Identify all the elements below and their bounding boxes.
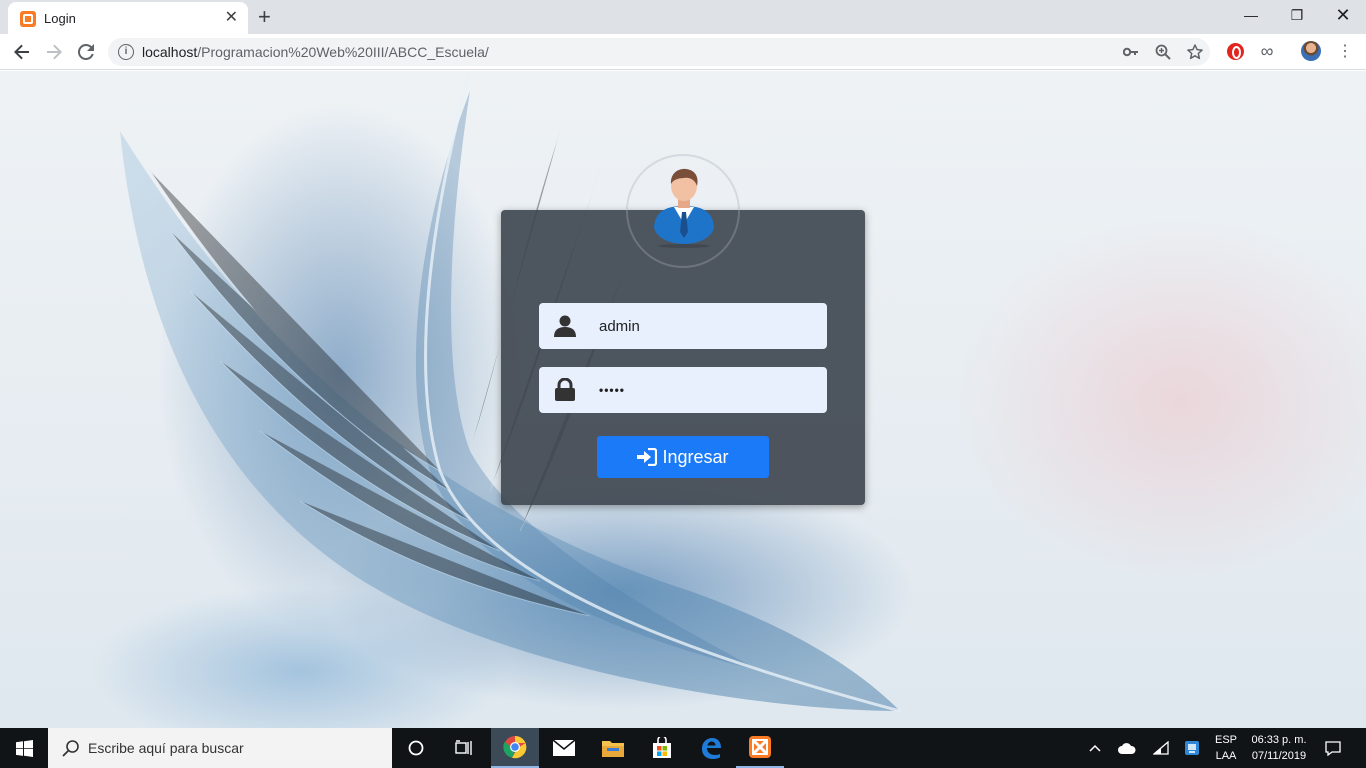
bookmark-star-icon[interactable] xyxy=(1186,43,1204,61)
system-clock[interactable]: 06:33 p. m. 07/11/2019 xyxy=(1244,732,1314,764)
profile-avatar[interactable] xyxy=(1300,40,1322,62)
zoom-icon[interactable] xyxy=(1154,43,1172,61)
xampp-icon[interactable] xyxy=(736,728,784,768)
minimize-button[interactable]: — xyxy=(1228,0,1274,30)
sign-in-icon xyxy=(637,448,658,466)
network-app-icon[interactable] xyxy=(1180,728,1204,768)
chevron-up-icon[interactable] xyxy=(1084,728,1106,768)
xampp-favicon-icon xyxy=(20,11,36,27)
onedrive-icon[interactable] xyxy=(1114,728,1140,768)
input-language[interactable]: ESP LAA xyxy=(1212,732,1240,764)
store-icon[interactable] xyxy=(638,728,686,768)
login-button[interactable]: Ingresar xyxy=(597,436,769,478)
infinity-extension-icon[interactable]: ∞ xyxy=(1256,40,1278,62)
user-icon xyxy=(554,315,576,337)
lock-icon xyxy=(555,378,575,401)
wifi-icon[interactable] xyxy=(1148,728,1174,768)
url-text[interactable]: localhost/Programacion%20Web%20III/ABCC_… xyxy=(142,44,489,60)
clock-date: 07/11/2019 xyxy=(1251,750,1307,762)
windows-start-icon[interactable] xyxy=(0,728,48,768)
info-icon[interactable]: i xyxy=(118,44,134,60)
taskbar-search-box[interactable]: Escribe aquí para buscar xyxy=(48,728,392,768)
tab-login[interactable]: Login ✕ xyxy=(8,2,248,34)
search-placeholder: Escribe aquí para buscar xyxy=(88,740,244,756)
tab-close-icon[interactable]: ✕ xyxy=(225,9,238,27)
mail-icon[interactable] xyxy=(540,728,588,768)
forward-arrow-icon[interactable] xyxy=(42,40,66,64)
username-input[interactable] xyxy=(599,303,819,349)
browser-toolbar: i localhost/Programacion%20Web%20III/ABC… xyxy=(0,34,1366,70)
cortana-icon[interactable] xyxy=(392,728,440,768)
edge-icon[interactable] xyxy=(687,728,735,768)
menu-dots-icon[interactable]: ⋮ xyxy=(1334,40,1356,62)
password-input[interactable] xyxy=(599,367,819,413)
restore-button[interactable]: ❐ xyxy=(1274,0,1320,30)
clock-time: 06:33 p. m. xyxy=(1251,734,1307,746)
url-path: /Programacion%20Web%20III/ABCC_Escuela/ xyxy=(197,44,489,60)
user-avatar-icon xyxy=(654,168,714,248)
reload-icon[interactable] xyxy=(74,40,98,64)
keyboard-layout: LAA xyxy=(1215,750,1237,762)
tab-strip: Login ✕ + — ❐ ✕ xyxy=(0,0,1366,34)
notifications-icon[interactable] xyxy=(1320,728,1346,768)
opera-extension-icon[interactable] xyxy=(1224,40,1246,62)
back-arrow-icon[interactable] xyxy=(10,40,34,64)
file-explorer-icon[interactable] xyxy=(589,728,637,768)
windows-taskbar: Escribe aquí para buscar ESP LAA 06:33 p… xyxy=(0,728,1366,768)
search-icon xyxy=(62,740,79,757)
tab-title: Login xyxy=(44,11,76,26)
close-window-button[interactable]: ✕ xyxy=(1320,0,1366,30)
url-host: localhost xyxy=(142,44,198,60)
login-button-label: Ingresar xyxy=(662,446,729,467)
chrome-taskbar-icon[interactable] xyxy=(491,728,539,768)
address-bar[interactable]: i localhost/Programacion%20Web%20III/ABC… xyxy=(108,38,1210,66)
key-icon[interactable] xyxy=(1122,43,1140,61)
password-field[interactable] xyxy=(539,367,827,413)
task-view-icon[interactable] xyxy=(440,728,488,768)
username-field[interactable] xyxy=(539,303,827,349)
page-background: Ingresar xyxy=(0,71,1366,728)
language-code: ESP xyxy=(1214,734,1237,746)
new-tab-button[interactable]: + xyxy=(258,4,271,30)
